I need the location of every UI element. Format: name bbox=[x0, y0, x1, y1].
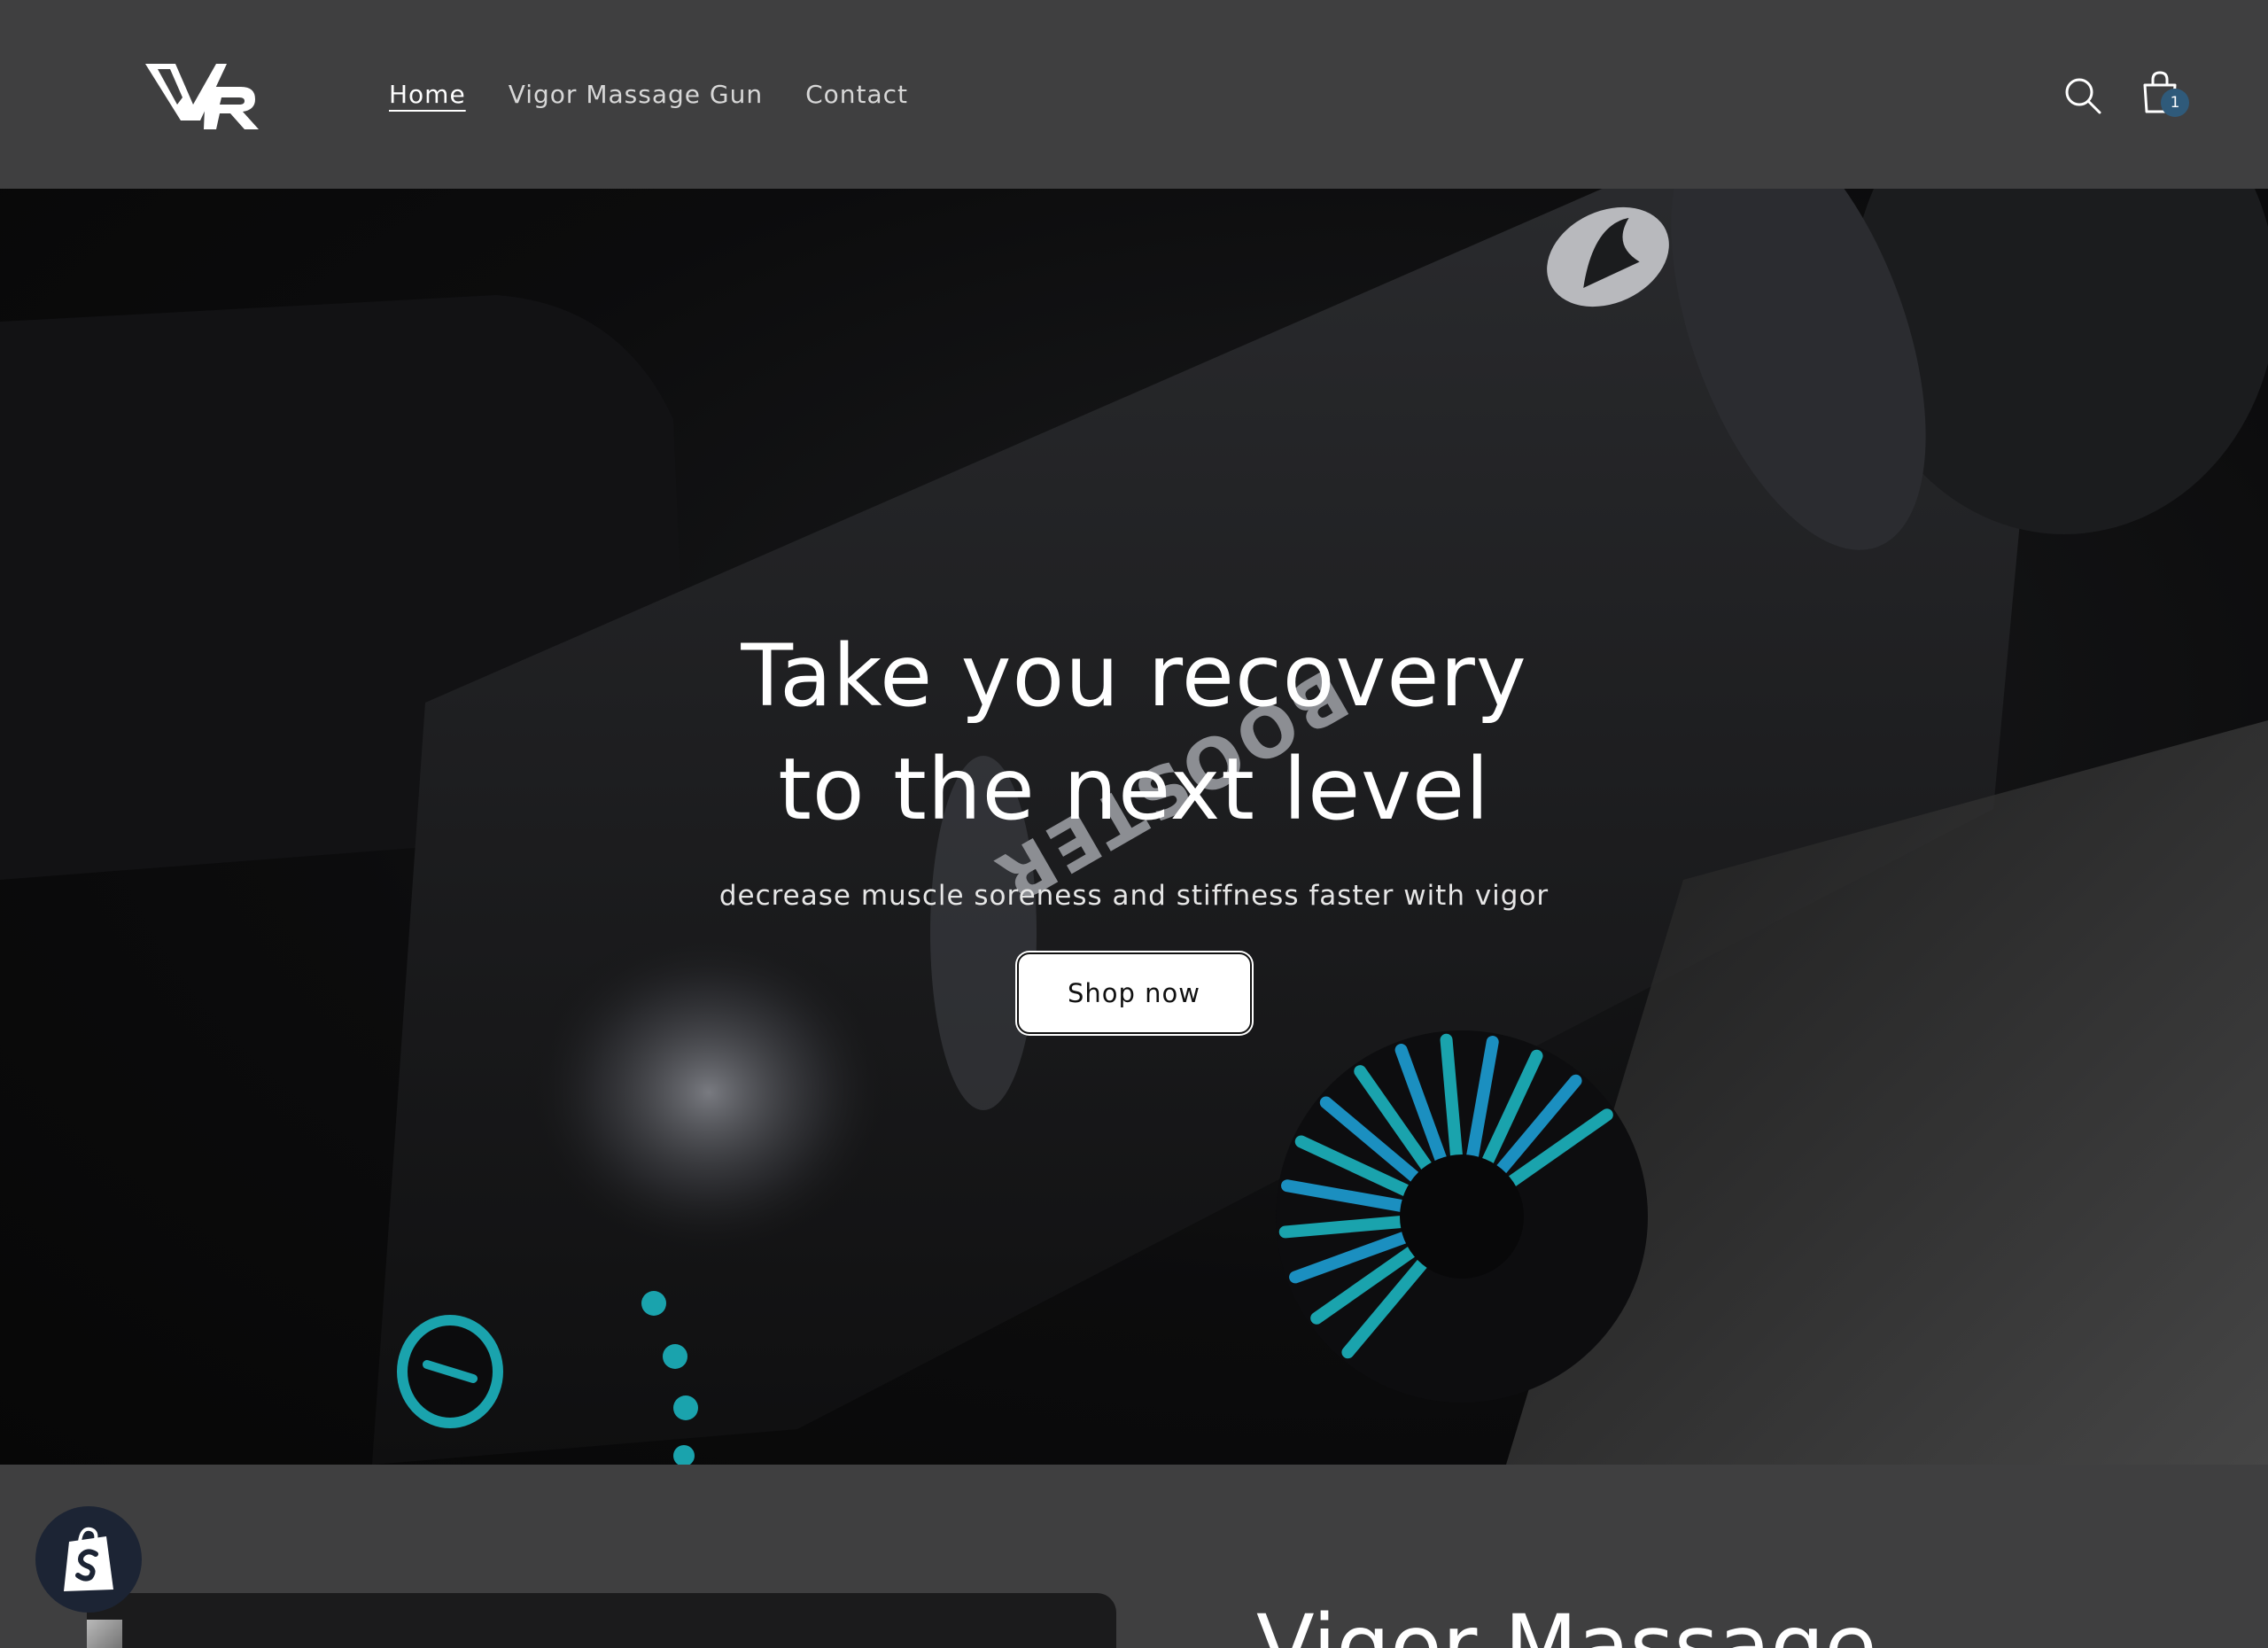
product-title: Vigor Massage bbox=[1256, 1597, 1877, 1648]
hero-content: Take you recovery to the next level decr… bbox=[0, 189, 2268, 1465]
product-media[interactable] bbox=[87, 1593, 1116, 1648]
hero-subtitle: decrease muscle soreness and stiffness f… bbox=[718, 880, 1550, 912]
cart-count-badge: 1 bbox=[2161, 89, 2189, 117]
main-nav: Home Vigor Massage Gun Contact bbox=[389, 74, 908, 113]
shop-now-button[interactable]: Shop now bbox=[1016, 952, 1252, 1034]
product-image-corner bbox=[87, 1620, 122, 1648]
site-header: Home Vigor Massage Gun Contact 1 bbox=[0, 0, 2268, 189]
hero-banner: BOOSTER Take you recovery to the next le… bbox=[0, 189, 2268, 1465]
nav-contact[interactable]: Contact bbox=[805, 80, 908, 109]
shopify-badge-button[interactable] bbox=[35, 1506, 142, 1613]
search-button[interactable] bbox=[2058, 71, 2108, 120]
shopify-bag-icon bbox=[64, 1527, 113, 1591]
featured-product-section: Vigor Massage bbox=[0, 1465, 2268, 1648]
nav-home[interactable]: Home bbox=[389, 80, 466, 109]
hero-title: Take you recovery to the next level bbox=[741, 626, 1527, 839]
nav-vigor-massage-gun[interactable]: Vigor Massage Gun bbox=[509, 80, 763, 109]
search-icon bbox=[2065, 78, 2101, 114]
site-logo[interactable] bbox=[142, 58, 261, 136]
logo-mark bbox=[145, 64, 259, 129]
